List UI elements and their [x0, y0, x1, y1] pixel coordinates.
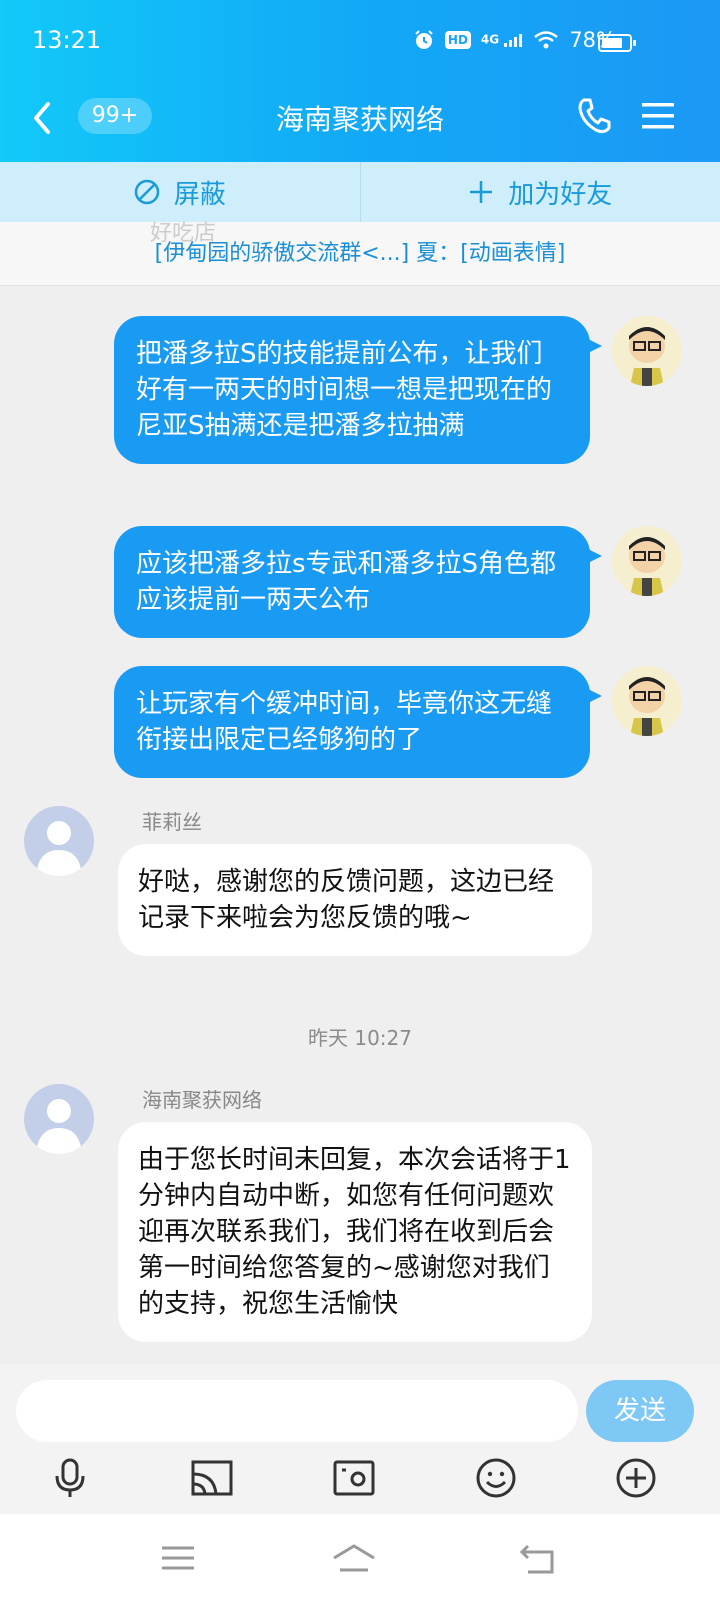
chat-title: 海南聚获网络: [275, 103, 444, 136]
input-bar: 发送: [0, 1364, 720, 1450]
message-text: 由于您长时间未回复，本次会话将于1分钟内自动中断，如您有任何问题欢迎再次联系我们…: [138, 1145, 571, 1319]
user-avatar-icon: [612, 666, 682, 736]
notice-text: [伊甸园的骄傲交流群<...] 夏：[动画表情]: [154, 241, 566, 266]
system-nav-bar: [0, 1514, 720, 1600]
message-text: 好哒，感谢您的反馈问题，这边已经记录下来啦会为您反馈的哦~: [138, 867, 555, 933]
message-bubble-incoming[interactable]: 好哒，感谢您的反馈问题，这边已经记录下来啦会为您反馈的哦~: [118, 844, 592, 956]
message-text: 应该把潘多拉s专武和潘多拉S角色都应该提前一两天公布: [136, 549, 557, 615]
home-icon[interactable]: [330, 1538, 378, 1578]
message-bubble-outgoing[interactable]: 让玩家有个缓冲时间，毕竟你这无缝衔接出限定已经够狗的了: [114, 666, 602, 778]
avatar[interactable]: [612, 666, 682, 736]
message-text: 把潘多拉S的技能提前公布，让我们好有一两天的时间想一想是把现在的尼亚S抽满还是把…: [136, 339, 553, 441]
network-signal-icon: 4G: [481, 33, 523, 47]
add-friend-button[interactable]: 加为好友: [361, 162, 720, 222]
status-icons: HD 4G 78%: [413, 28, 616, 52]
message-bubble-outgoing[interactable]: 把潘多拉S的技能提前公布，让我们好有一两天的时间想一想是把现在的尼亚S抽满还是把…: [114, 316, 602, 464]
avatar[interactable]: [24, 1084, 94, 1154]
avatar[interactable]: [612, 316, 682, 386]
status-time: 13:21: [32, 26, 102, 54]
avatar[interactable]: [24, 806, 94, 876]
user-avatar-icon: [612, 526, 682, 596]
plus-circle-icon[interactable]: [614, 1456, 658, 1500]
cast-icon[interactable]: [190, 1456, 234, 1500]
hd-badge: HD: [444, 31, 471, 49]
message-text: 让玩家有个缓冲时间，毕竟你这无缝衔接出限定已经够狗的了: [136, 689, 553, 755]
status-bar: 13:21 HD 4G 78%: [0, 0, 720, 80]
emoji-icon[interactable]: [474, 1456, 518, 1500]
chat-area[interactable]: 把潘多拉S的技能提前公布，让我们好有一两天的时间想一想是把现在的尼亚S抽满还是把…: [0, 286, 720, 1364]
sender-name: 菲莉丝: [142, 810, 202, 834]
battery-icon: [598, 34, 636, 52]
timestamp-divider: 昨天 10:27: [308, 1026, 412, 1050]
message-input[interactable]: [16, 1380, 578, 1442]
alarm-icon: [415, 30, 433, 49]
contact-action-bar: 屏蔽 加为好友: [0, 162, 720, 222]
top-bar: 13:21 HD 4G 78% 99+ 海南聚获网络: [0, 0, 720, 162]
network-label: 4G: [480, 32, 500, 47]
avatar[interactable]: [612, 526, 682, 596]
send-button[interactable]: 发送: [586, 1380, 694, 1442]
microphone-icon[interactable]: [48, 1456, 92, 1500]
default-avatar-icon: [36, 1099, 82, 1154]
menu-icon[interactable]: [640, 98, 676, 134]
wifi-icon: [534, 31, 559, 49]
unread-badge[interactable]: 99+: [78, 98, 152, 134]
add-friend-label: 加为好友: [508, 179, 613, 210]
nav-bar: 99+ 海南聚获网络: [0, 80, 720, 162]
message-bubble-incoming[interactable]: 由于您长时间未回复，本次会话将于1分钟内自动中断，如您有任何问题欢迎再次联系我们…: [118, 1122, 592, 1342]
faded-text: 好吃店: [150, 221, 217, 246]
message-bubble-outgoing[interactable]: 应该把潘多拉s专武和潘多拉S角色都应该提前一两天公布: [114, 526, 602, 638]
default-avatar-icon: [36, 821, 82, 876]
input-tools: [0, 1450, 720, 1514]
recent-apps-icon[interactable]: [158, 1538, 198, 1578]
plus-icon: [470, 181, 493, 203]
sender-name: 海南聚获网络: [142, 1088, 262, 1112]
group-message-notice[interactable]: 好吃店 [伊甸园的骄傲交流群<...] 夏：[动画表情]: [0, 221, 720, 286]
back-icon[interactable]: [518, 1538, 558, 1578]
back-arrow-icon[interactable]: [28, 98, 58, 138]
photo-icon[interactable]: [332, 1456, 376, 1500]
phone-icon[interactable]: [576, 96, 612, 136]
user-avatar-icon: [612, 316, 682, 386]
